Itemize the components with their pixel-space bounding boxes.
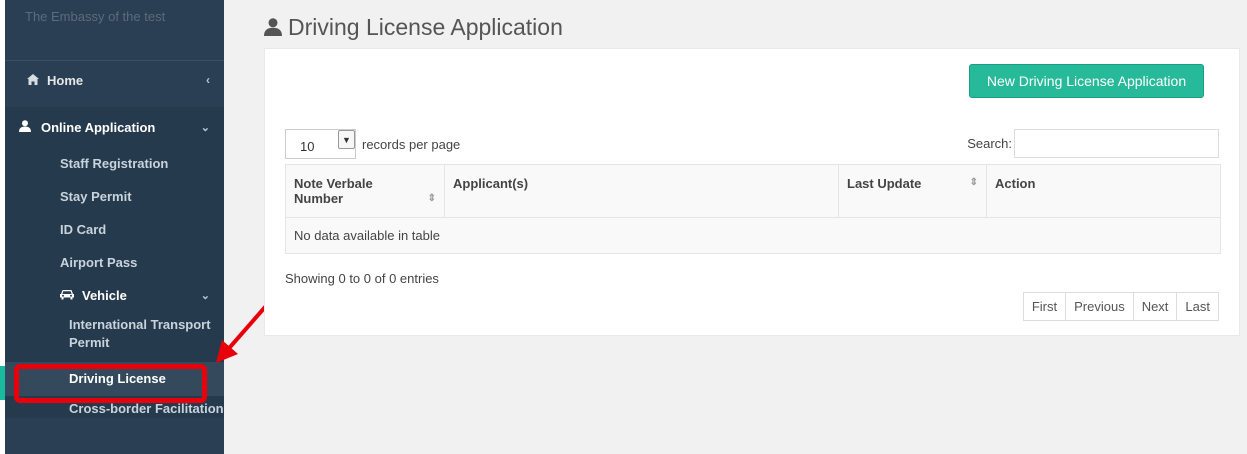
sidebar-item-international-transport-permit[interactable]: International Transport Permit (5, 316, 224, 358)
search-input[interactable] (1014, 129, 1219, 158)
column-header-label: Action (995, 176, 1036, 191)
chevron-down-icon: ⌄ (200, 121, 210, 134)
pagination-first-button[interactable]: First (1022, 292, 1067, 321)
sidebar-item-stay-permit[interactable]: Stay Permit (5, 180, 224, 213)
highlight-box (14, 364, 207, 403)
pagination-previous-button[interactable]: Previous (1065, 292, 1134, 321)
page-length-value: 10 (300, 139, 315, 154)
sidebar-item-label: Online Application (41, 119, 156, 135)
page-length-select[interactable]: 10 ▼ (285, 129, 356, 159)
column-header-label: Note Verbale Number (294, 176, 373, 206)
sidebar-item-id-card[interactable]: ID Card (5, 213, 224, 246)
sidebar-item-label: Staff Registration (60, 156, 169, 171)
column-header-label: Last Update (847, 176, 922, 191)
brand-text: The Embassy of the test (25, 9, 166, 24)
sidebar-item-home[interactable]: Home ‹ (5, 61, 224, 99)
table-info: Showing 0 to 0 of 0 entries (285, 271, 439, 286)
sidebar-item-online-application[interactable]: Online Application ⌄ (5, 107, 224, 147)
pagination-next-button[interactable]: Next (1132, 292, 1178, 321)
page-title-text: Driving License Application (288, 13, 563, 40)
sidebar-item-vehicle[interactable]: Vehicle ⌄ (5, 279, 224, 312)
sidebar-item-label: Vehicle (82, 288, 127, 303)
page-length-control: 10 ▼ records per page (285, 129, 460, 159)
empty-table-message: No data available in table (285, 217, 1221, 254)
sidebar-item-airport-pass[interactable]: Airport Pass (5, 246, 224, 279)
column-header-last-update[interactable]: Last Update ⇕ (838, 164, 987, 218)
user-icon (19, 119, 33, 135)
sidebar-item-label: Cross-border Facilitation (69, 401, 224, 416)
sidebar-item-label: Stay Permit (60, 189, 132, 204)
table-header-row: Note Verbale Number ⇕ Applicant(s) Last … (285, 164, 1221, 218)
column-header-applicants: Applicant(s) (444, 164, 839, 218)
records-per-page-label: records per page (362, 136, 461, 152)
chevron-down-icon[interactable]: ▼ (338, 130, 355, 149)
sort-icon: ⇕ (427, 193, 436, 204)
home-icon (27, 73, 41, 88)
chevron-left-icon: ‹ (206, 73, 210, 87)
sidebar-item-label: Airport Pass (60, 255, 138, 270)
sidebar-item-label: ID Card (60, 222, 107, 237)
chevron-down-icon: ⌄ (200, 290, 210, 302)
sort-icon: ⇕ (969, 177, 978, 188)
sidebar-item-label: International Transport Permit (69, 317, 211, 350)
active-indicator (0, 366, 5, 400)
page-title: Driving License Application (264, 10, 563, 44)
table-row: No data available in table (285, 217, 1221, 254)
column-header-action: Action (986, 164, 1221, 218)
column-header-note-verbale-number[interactable]: Note Verbale Number ⇕ (285, 164, 445, 218)
search-label: Search: (967, 136, 1012, 151)
column-header-label: Applicant(s) (453, 176, 529, 191)
user-icon (264, 18, 282, 36)
sidebar-item-label: Home (47, 72, 84, 88)
data-table: Note Verbale Number ⇕ Applicant(s) Last … (285, 164, 1221, 254)
new-application-button[interactable]: New Driving License Application (969, 64, 1204, 98)
pagination: First Previous Next Last (1022, 292, 1219, 321)
content-panel: New Driving License Application 10 ▼ rec… (264, 48, 1240, 336)
sidebar-item-staff-registration[interactable]: Staff Registration (5, 147, 224, 180)
car-icon (60, 288, 74, 303)
search-control: Search: (967, 129, 1219, 158)
pagination-last-button[interactable]: Last (1176, 292, 1219, 321)
